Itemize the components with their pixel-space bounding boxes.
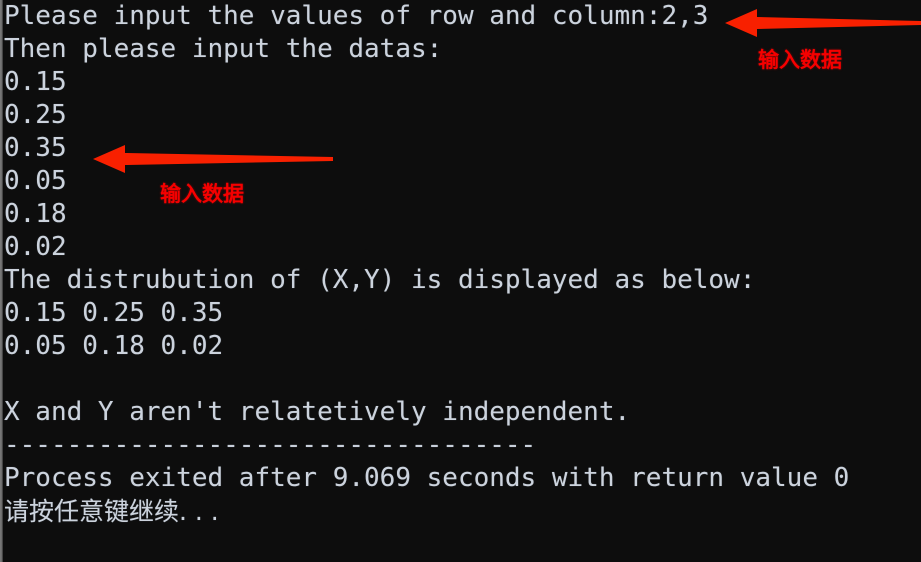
console-line-dist-header: The distrubution of (X,Y) is displayed a…	[4, 265, 756, 295]
console-line-input-1: 0.15	[4, 67, 67, 97]
console-line-input-5: 0.18	[4, 199, 67, 229]
window-left-edge-scrollbar[interactable]	[0, 0, 3, 562]
console-line-separator: ----------------------------------	[4, 430, 537, 460]
console-line-conclusion: X and Y aren't relatetively independent.	[4, 397, 631, 427]
console-line-matrix-row-1: 0.15 0.25 0.35	[4, 298, 224, 328]
console-line-input-4: 0.05	[4, 166, 67, 196]
console-window[interactable]: Please input the values of row and colum…	[0, 0, 921, 562]
console-line-input-6: 0.02	[4, 232, 67, 262]
console-line-input-2: 0.25	[4, 100, 67, 130]
console-line-matrix-row-2: 0.05 0.18 0.02	[4, 331, 224, 361]
console-line-prompt-row-col: Please input the values of row and colum…	[4, 1, 709, 31]
console-output-text: Please input the values of row and colum…	[4, 0, 921, 528]
console-line-press-any-key: 请按任意键继续. . .	[4, 497, 219, 526]
console-line-process-exit: Process exited after 9.069 seconds with …	[4, 463, 850, 493]
console-line-input-3: 0.35	[4, 133, 67, 163]
console-line-prompt-datas: Then please input the datas:	[4, 34, 443, 64]
